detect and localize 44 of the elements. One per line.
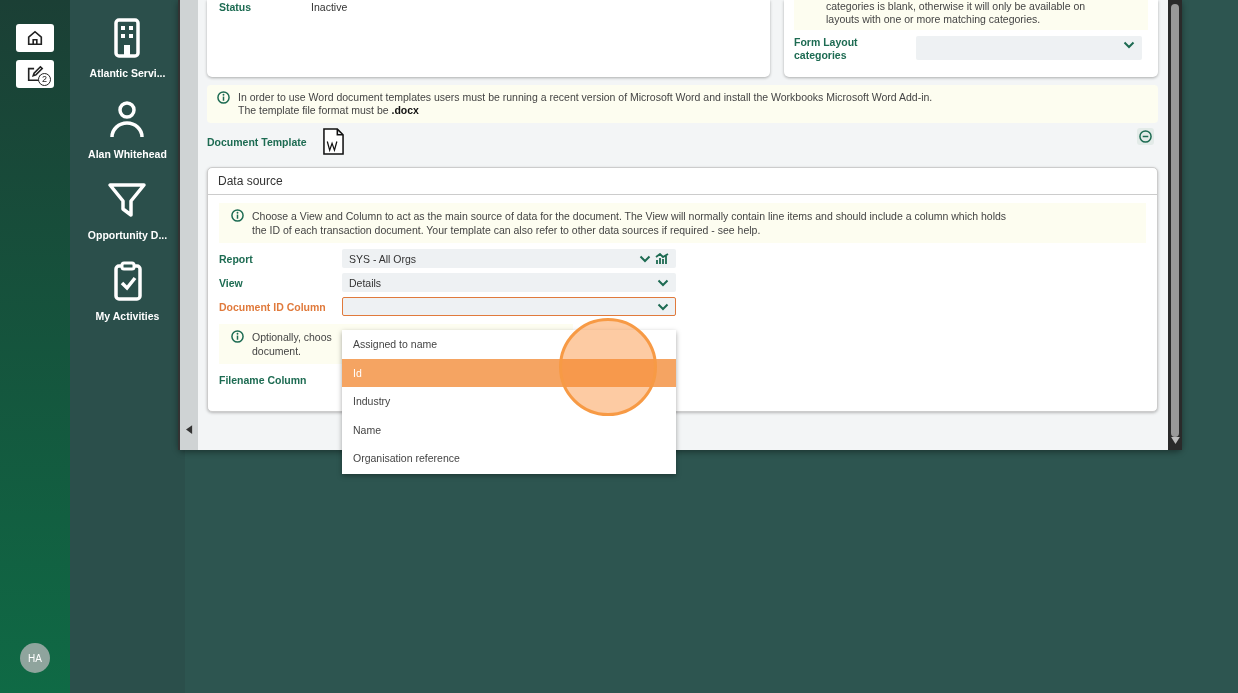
select-field[interactable] — [342, 297, 676, 316]
nav-item[interactable]: Atlantic Servi... — [89, 18, 166, 79]
word-document-icon[interactable] — [322, 128, 344, 155]
info-icon — [217, 91, 230, 104]
edit-button[interactable]: 2 — [16, 60, 54, 88]
chevron-down-icon — [657, 302, 669, 311]
dropdown-option[interactable]: Assigned to name — [342, 330, 676, 359]
nav-item[interactable]: My Activities — [95, 261, 160, 322]
chevron-down-icon — [639, 254, 651, 263]
notification-badge: 2 — [38, 73, 51, 86]
info-icon — [231, 209, 244, 222]
data-source-notice: Choose a View and Column to act as the main source of data for the document. The View will normally contain line items and should include a column which holds the ID of each transaction document. Your template can also refer to other data sources if required - see help. — [252, 209, 1007, 237]
info-icon — [231, 330, 244, 343]
scroll-down-arrow-icon[interactable] — [1170, 437, 1180, 444]
pencil-edit-icon — [26, 65, 44, 83]
report-select[interactable]: SYS - All Orgs — [342, 249, 676, 268]
home-button[interactable] — [16, 24, 54, 52]
funnel-icon — [107, 180, 148, 220]
optional-notice: Optionally, choos document. — [252, 330, 332, 358]
scroll-left-arrow-icon[interactable] — [185, 425, 193, 434]
field-label: Report — [219, 252, 254, 265]
field-label: Status — [219, 1, 252, 14]
field-label: Document ID Column — [219, 300, 327, 313]
nav-item[interactable]: Opportunity D... — [87, 180, 168, 241]
dropdown-option[interactable]: Industry — [342, 387, 676, 416]
categories-note: categories is blank, otherwise it will only be available on layouts with one or more matching categories. — [794, 0, 1148, 30]
dropdown-option[interactable]: Name — [342, 415, 676, 444]
bar-chart-icon[interactable] — [655, 252, 669, 265]
field-label: Form Layout categories — [794, 36, 859, 62]
collapse-button[interactable] — [1137, 128, 1154, 145]
dropdown-option[interactable]: Organisation reference — [342, 444, 676, 473]
word-notice: In order to use Word document templates users must be running a recent version of Microsoft Word and install the Workbooks Microsoft Word Add-in. The template file format must be .docx — [238, 91, 933, 117]
chevron-down-icon — [657, 278, 669, 287]
scrollbar-thumb[interactable] — [1171, 4, 1179, 437]
select-field[interactable]: Details — [342, 273, 676, 292]
minus-circle-icon — [1139, 130, 1152, 143]
chevron-down-icon — [1123, 41, 1135, 49]
field-label: Filename Column — [219, 374, 308, 386]
field-label: View — [219, 276, 244, 289]
panel-title: Data source — [208, 168, 1157, 195]
nav-item[interactable]: Alan Whitehead — [88, 99, 167, 160]
home-icon — [26, 29, 44, 47]
field-label: Document Template — [207, 135, 307, 148]
field-value: Inactive — [311, 1, 348, 14]
